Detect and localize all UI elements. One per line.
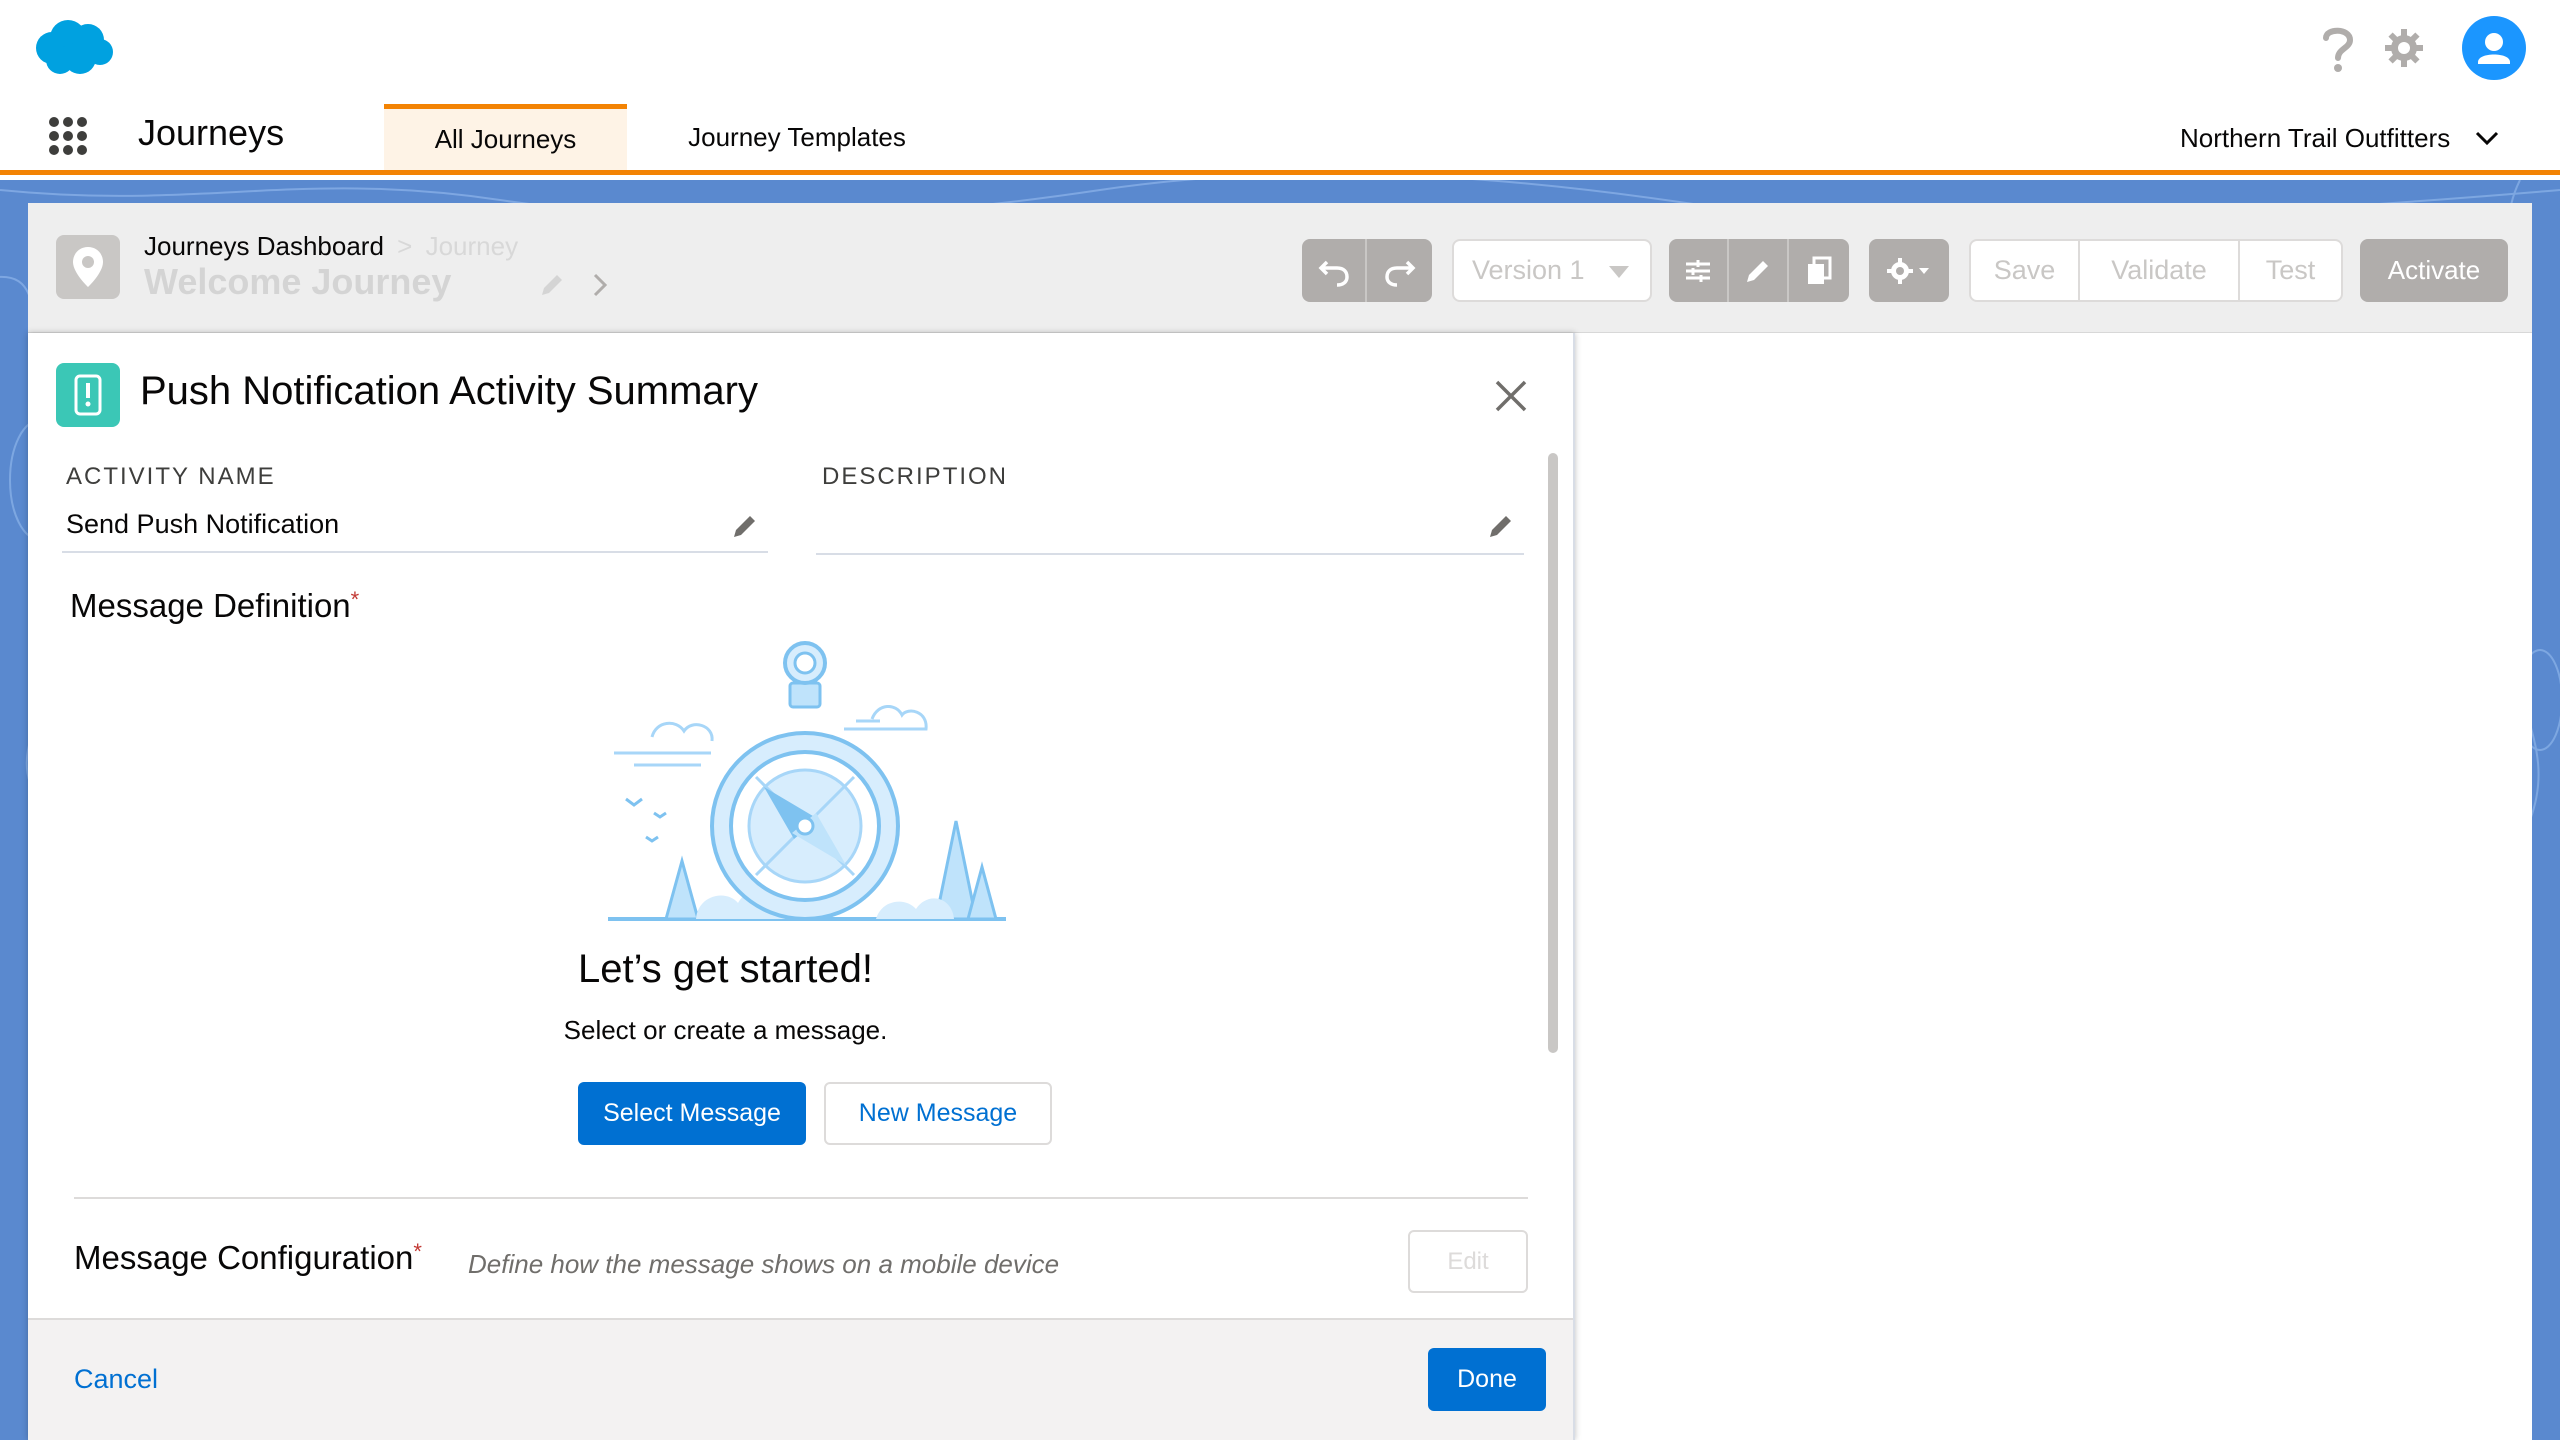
activity-name-field[interactable]: Send Push Notification [62,501,768,553]
org-name: Northern Trail Outfitters [2180,122,2451,153]
chevron-right-icon[interactable] [588,271,612,299]
edit-icon[interactable] [1729,239,1789,302]
select-message-button[interactable]: Select Message [578,1082,806,1145]
global-header [0,0,2560,100]
settings-menu-button[interactable] [1869,239,1949,302]
breadcrumb-separator: > [397,231,413,261]
description-label: DESCRIPTION [822,463,1009,490]
done-button[interactable]: Done [1428,1348,1546,1411]
description-field[interactable] [816,501,1524,555]
chevron-down-icon [2476,131,2499,146]
undo-icon [1302,239,1367,302]
empty-state-title: Let’s get started! [578,947,873,991]
test-button[interactable]: Test [2240,241,2341,300]
tab-label: All Journeys [434,124,577,154]
gear-icon [1887,257,1929,284]
breadcrumb: Journeys Dashboard > Journey [144,231,518,262]
breadcrumb-parent-link[interactable]: Journeys Dashboard [144,231,384,261]
message-definition-label: Message Definition [70,587,351,624]
redo-icon [1367,239,1432,302]
journey-name[interactable]: Welcome Journey [144,261,451,303]
activate-button[interactable]: Activate [2360,239,2508,302]
validate-button[interactable]: Validate [2080,241,2240,300]
pencil-icon[interactable] [730,511,760,541]
required-marker: * [413,1239,422,1264]
required-marker: * [350,587,360,612]
version-select[interactable]: Version 1 [1452,239,1652,302]
user-avatar-icon[interactable] [2462,16,2526,80]
edit-button[interactable]: Edit [1408,1230,1528,1293]
message-configuration-heading: Message Configuration* [74,1239,422,1277]
question-icon[interactable] [2318,24,2358,74]
map-pin-icon [56,235,120,299]
salesforce-logo[interactable] [30,18,116,78]
message-configuration-help: Define how the message shows on a mobile… [468,1249,1060,1279]
tab-all-journeys[interactable]: All Journeys [384,104,627,170]
new-message-button[interactable]: New Message [824,1082,1052,1145]
gear-icon[interactable] [2384,28,2424,68]
section-divider [74,1197,1528,1199]
tab-label: Journey Templates [688,121,906,152]
cancel-button[interactable]: Cancel [74,1364,158,1395]
modal-title: Push Notification Activity Summary [140,369,758,413]
activity-name-label: ACTIVITY NAME [66,463,276,490]
save-button[interactable]: Save [1971,241,2080,300]
org-switcher[interactable]: Northern Trail Outfitters [2180,118,2540,158]
copy-icon[interactable] [1789,239,1849,302]
tab-journey-templates[interactable]: Journey Templates [664,104,930,170]
push-notification-icon [56,363,120,427]
activity-summary-modal: Push Notification Activity Summary ACTIV… [28,333,1575,1440]
tools-button-group [1669,239,1849,302]
breadcrumb-current: Journey [425,231,519,261]
waffle-icon[interactable] [48,116,88,156]
close-icon[interactable] [1493,378,1529,414]
message-configuration-label: Message Configuration [74,1239,414,1276]
app-navigation-bar: Journeys All Journeys Journey Templates … [0,100,2560,175]
app-name: Journeys [138,112,285,153]
undo-button[interactable] [1302,239,1432,302]
modal-footer: Cancel Done [28,1318,1573,1440]
caret-down-icon [1609,266,1629,278]
filter-settings-icon[interactable] [1669,239,1729,302]
compass-illustration [606,641,1036,931]
message-definition-heading: Message Definition* [70,587,359,625]
journey-canvas[interactable] [1575,333,2532,1440]
save-validate-test-group: Save Validate Test [1969,239,2343,302]
pencil-icon[interactable] [538,271,566,299]
pencil-icon[interactable] [1486,511,1516,541]
journey-builder-toolbar: Journeys Dashboard > Journey Welcome Jou… [28,203,2532,333]
version-label: Version 1 [1472,255,1585,285]
activity-name-value: Send Push Notification [66,509,340,539]
empty-state-subtitle: Select or create a message. [563,1015,888,1045]
